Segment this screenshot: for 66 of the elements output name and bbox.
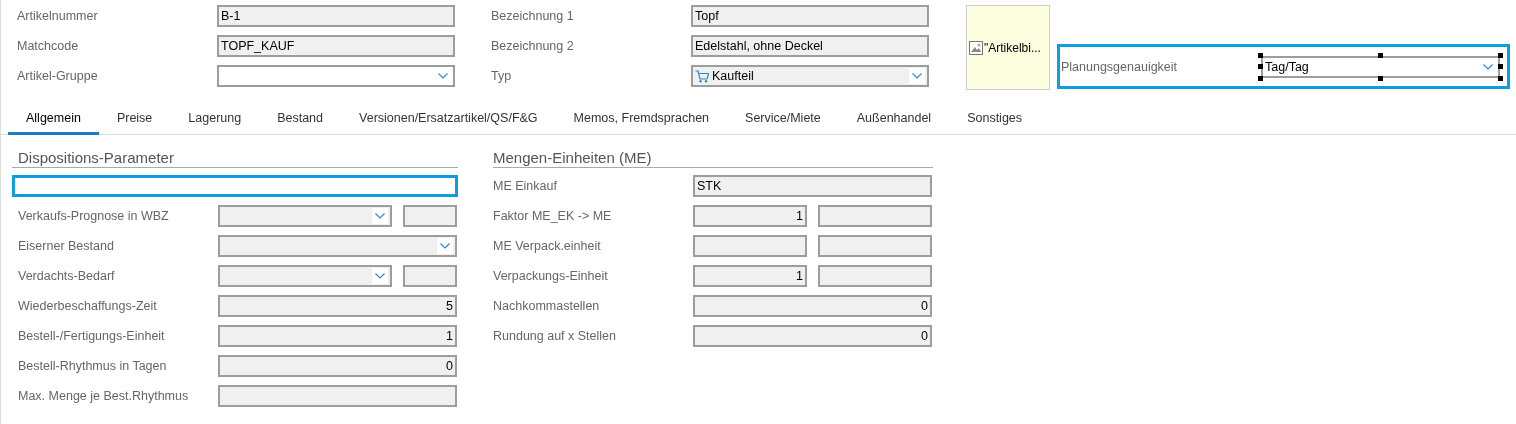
input-field[interactable]: 0: [218, 355, 457, 377]
tab[interactable]: Außenhandel: [838, 105, 950, 135]
field-label: Verkaufs-Prognose in WBZ: [18, 209, 170, 223]
input-field[interactable]: [818, 235, 932, 257]
caret-icon[interactable]: [372, 268, 388, 284]
input-field[interactable]: STK: [693, 175, 932, 197]
field-label: Typ: [491, 69, 513, 83]
field-label: Verpackungs-Einheit: [493, 269, 609, 283]
input-field[interactable]: [693, 235, 807, 257]
field-label: Faktor ME_EK -> ME: [493, 209, 613, 223]
field-label: Wiederbeschaffungs-Zeit: [18, 299, 158, 313]
combo-box[interactable]: [217, 65, 455, 87]
combo-box[interactable]: [218, 235, 457, 257]
image-alt-text: "Artikelbi...: [984, 40, 1041, 55]
field-label: Artikel-Gruppe: [17, 69, 99, 83]
field-label: Max. Menge je Best.Rhythmus: [18, 389, 190, 403]
tab[interactable]: Bestand: [259, 105, 342, 135]
combo-box[interactable]: Tag/Tag: [1261, 55, 1500, 78]
caret-icon[interactable]: [909, 68, 925, 84]
tab[interactable]: Versionen/Ersatzartikel/QS/F&G: [341, 105, 556, 135]
input-field[interactable]: Topf: [691, 5, 929, 27]
input-field[interactable]: B-1: [217, 5, 455, 27]
input-field[interactable]: 1: [693, 265, 807, 287]
tab[interactable]: Allgemein: [8, 105, 99, 135]
input-field[interactable]: [12, 175, 458, 197]
broken-image-icon: [969, 40, 983, 55]
field-label: Artikelnummer: [17, 9, 99, 23]
input-field[interactable]: [218, 385, 457, 407]
field-label: Bestell-Rhythmus in Tagen: [18, 359, 168, 373]
input-field[interactable]: 5: [218, 295, 457, 317]
field-label: Bezeichnung 2: [491, 39, 575, 53]
tab[interactable]: Memos, Fremdsprachen: [555, 105, 728, 135]
input-field[interactable]: 0: [693, 295, 932, 317]
tab[interactable]: Sonstiges: [949, 105, 1041, 135]
input-field[interactable]: Edelstahl, ohne Deckel: [691, 35, 929, 57]
field-label: Eiserner Bestand: [18, 239, 115, 253]
combo-box[interactable]: Kaufteil: [691, 65, 929, 87]
tab[interactable]: Preise: [98, 105, 171, 135]
input-field[interactable]: 1: [693, 205, 807, 227]
field-label: ME Einkauf: [493, 179, 558, 193]
field-label: Matchcode: [17, 39, 80, 53]
caret-icon[interactable]: [372, 208, 388, 224]
field-label: Nachkommastellen: [493, 299, 601, 313]
section-title: Mengen-Einheiten (ME): [493, 149, 933, 168]
field-label: ME Verpack.einheit: [493, 239, 602, 253]
field-label: Bezeichnung 1: [491, 9, 575, 23]
field-label: Rundung auf x Stellen: [493, 329, 617, 343]
combo-box[interactable]: [218, 265, 392, 287]
field-label: Verdachts-Bedarf: [18, 269, 116, 283]
input-field[interactable]: TOPF_KAUF: [217, 35, 455, 57]
tab[interactable]: Lagerung: [170, 105, 260, 135]
input-field[interactable]: [818, 205, 932, 227]
input-field[interactable]: 0: [693, 325, 932, 347]
selection-handle[interactable]: [1378, 75, 1383, 81]
combo-box[interactable]: [218, 205, 392, 227]
cart-icon: [695, 69, 709, 83]
field-label: Planungsgenauigkeit: [1061, 59, 1179, 74]
field-label: Bestell-/Fertigungs-Einheit: [18, 329, 166, 343]
input-field[interactable]: [403, 265, 457, 287]
input-field[interactable]: 1: [218, 325, 457, 347]
caret-icon[interactable]: [437, 238, 453, 254]
input-field[interactable]: [403, 205, 457, 227]
section-title: Dispositions-Parameter: [12, 149, 458, 168]
tab[interactable]: Service/Miete: [727, 105, 839, 135]
input-field[interactable]: [818, 265, 932, 287]
selection-handle[interactable]: [1378, 52, 1383, 58]
